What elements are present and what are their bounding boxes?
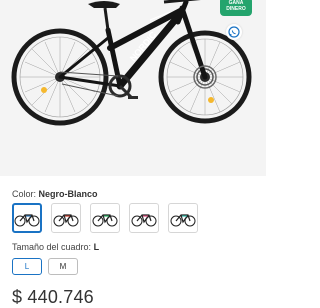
bike-thumbnail-icon	[53, 214, 79, 227]
bike-thumbnail-icon	[131, 214, 157, 227]
earn-money-badge[interactable]: GANÁ DINERO	[220, 0, 252, 16]
bike-thumbnail-icon	[170, 214, 196, 227]
color-option-2[interactable]	[51, 203, 81, 233]
selected-color-value: Negro-Blanco	[38, 189, 98, 199]
product-price: $ 440.746	[12, 287, 94, 307]
size-option-l[interactable]: L	[12, 258, 42, 275]
color-label-text: Color:	[12, 189, 37, 199]
size-selector-label: Tamaño del cuadro: L	[12, 242, 99, 252]
color-option-1[interactable]	[12, 203, 42, 233]
bike-thumbnail-icon	[14, 214, 40, 227]
product-image[interactable]: NORDIC GANÁ DINERO	[0, 0, 266, 176]
color-selector-label: Color: Negro-Blanco	[12, 189, 98, 199]
selected-size-value: L	[93, 242, 100, 252]
bike-thumbnail-icon	[92, 214, 118, 227]
size-label-text: Tamaño del cuadro:	[12, 242, 92, 252]
size-option-m[interactable]: M	[48, 258, 78, 275]
badge-line-2: DINERO	[226, 6, 246, 12]
whatsapp-button[interactable]	[226, 24, 242, 40]
whatsapp-icon	[228, 26, 240, 38]
color-option-3[interactable]	[90, 203, 120, 233]
color-option-4[interactable]	[129, 203, 159, 233]
color-option-5[interactable]	[168, 203, 198, 233]
